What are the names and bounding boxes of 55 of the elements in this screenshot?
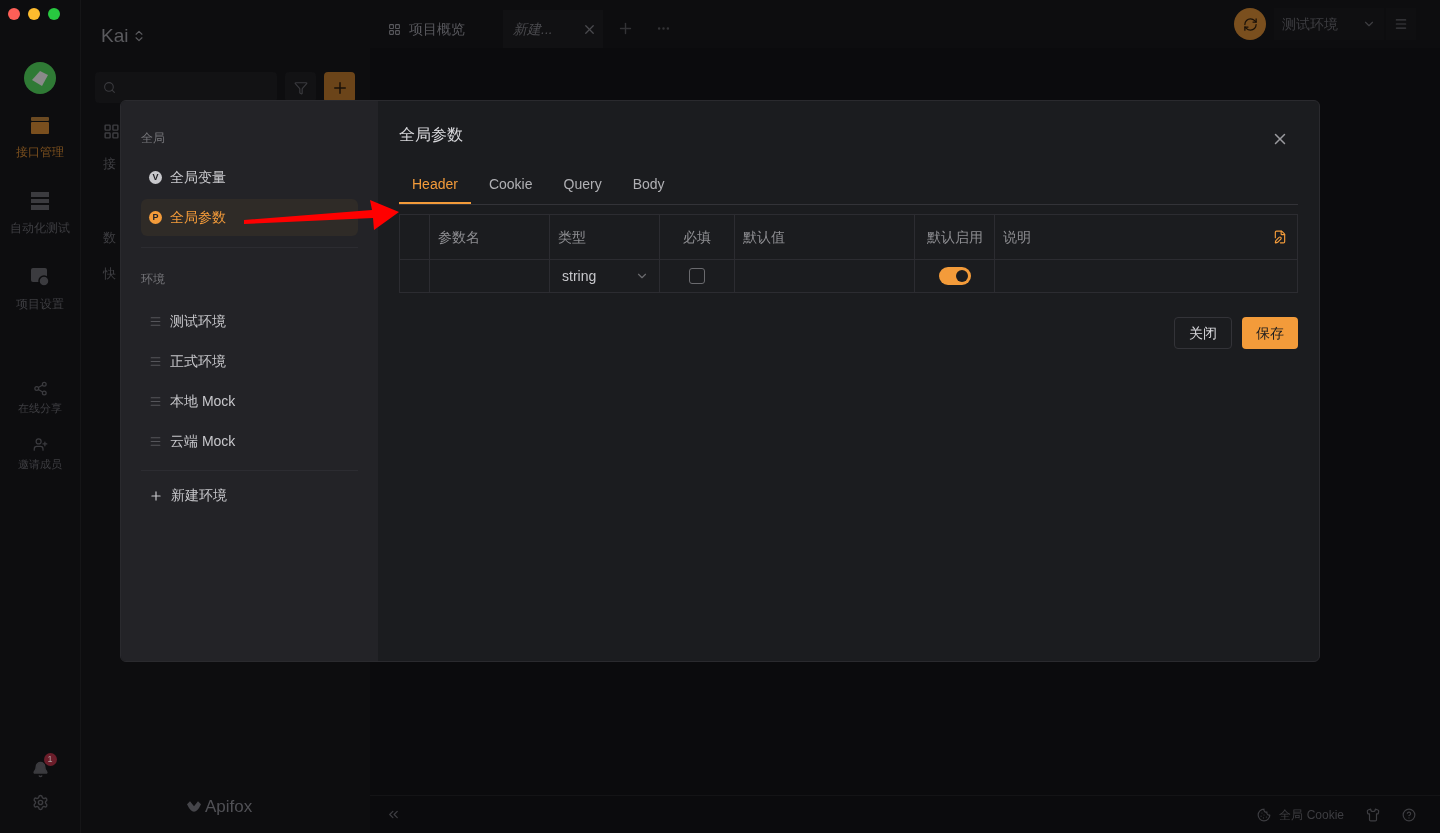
- close-window-button[interactable]: [8, 8, 20, 20]
- column-header: 必填: [683, 227, 711, 247]
- new-environment-button[interactable]: 新建环境: [141, 481, 358, 510]
- search-icon: [103, 81, 116, 94]
- toggle-switch[interactable]: [938, 267, 971, 285]
- bell-icon[interactable]: [31, 761, 49, 778]
- menu-item[interactable]: 测试环境: [141, 303, 358, 340]
- drag-handle-icon[interactable]: [149, 435, 162, 448]
- sync-icon: [1242, 16, 1258, 32]
- menu-item[interactable]: P 全局参数: [141, 199, 358, 236]
- drag-handle-icon[interactable]: [149, 395, 162, 408]
- tab[interactable]: Query: [550, 166, 615, 204]
- filter-icon: [293, 80, 308, 95]
- grid-icon: [103, 123, 120, 140]
- tab[interactable]: Cookie: [475, 166, 546, 204]
- grid-icon: [388, 22, 401, 36]
- share-icon: [32, 381, 48, 396]
- cookie-icon: [1257, 807, 1272, 822]
- section-heading: 环境: [141, 271, 166, 288]
- menu-icon: [1394, 17, 1408, 31]
- user-plus-icon: [32, 437, 48, 452]
- drag-handle-icon[interactable]: [149, 315, 162, 328]
- logo-icon: [187, 800, 201, 812]
- stack-icon: [30, 191, 50, 211]
- type-select[interactable]: string: [550, 260, 660, 292]
- brand-name: Apifox: [205, 795, 253, 818]
- letter-badge: V: [149, 171, 162, 184]
- drag-handle-icon[interactable]: [149, 355, 162, 368]
- checkbox[interactable]: [689, 268, 705, 284]
- section-heading: 全局: [141, 130, 166, 147]
- help-icon[interactable]: [1402, 807, 1416, 822]
- column-header: 类型: [558, 227, 586, 247]
- column-header: 默认值: [743, 227, 785, 247]
- plus-icon: [149, 488, 163, 503]
- avatar[interactable]: [24, 62, 56, 94]
- menu-item[interactable]: 正式环境: [141, 343, 358, 380]
- folder-icon: [30, 115, 50, 135]
- minimize-window-button[interactable]: [28, 8, 40, 20]
- tab[interactable]: Body: [619, 166, 678, 204]
- column-header: 参数名: [438, 227, 480, 247]
- tab[interactable]: Header: [399, 166, 471, 204]
- dialog-title: 全局参数: [399, 125, 463, 145]
- save-button[interactable]: 保存: [1242, 317, 1298, 349]
- close-button[interactable]: 关闭: [1174, 317, 1232, 349]
- menu-item[interactable]: 云端 Mock: [141, 423, 358, 460]
- menu-item[interactable]: 本地 Mock: [141, 383, 358, 420]
- edit-icon[interactable]: [1273, 230, 1287, 244]
- column-header: 说明: [1003, 227, 1031, 247]
- shirt-icon[interactable]: [1366, 807, 1380, 822]
- column-header: 默认启用: [926, 227, 983, 247]
- notification-badge: 1: [43, 753, 57, 766]
- menu-item[interactable]: V 全局变量: [141, 159, 358, 196]
- maximize-window-button[interactable]: [48, 8, 60, 20]
- letter-badge: P: [149, 211, 162, 224]
- sync-button[interactable]: [1234, 8, 1266, 40]
